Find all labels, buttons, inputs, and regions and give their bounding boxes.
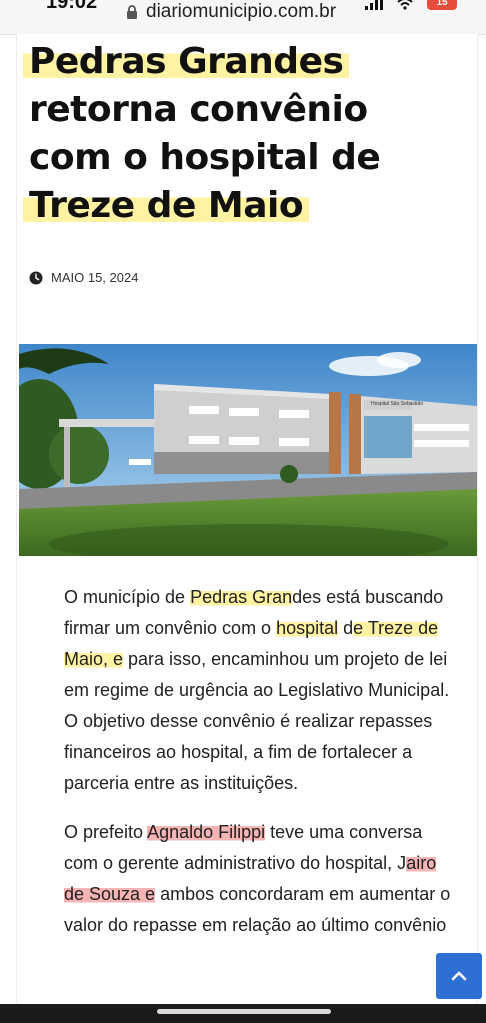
title-line: com o hospital de [29, 137, 381, 178]
clock-icon [29, 271, 43, 284]
chevron-up-icon [451, 971, 467, 981]
highlight-yellow: Pedras Gran [190, 587, 293, 607]
article-title: Pedras Grandes retorna convênio com o ho… [23, 38, 469, 230]
title-line: Treze de Maio [23, 182, 469, 230]
article: Pedras Grandes retorna convênio com o ho… [16, 34, 478, 1004]
lock-icon [127, 5, 137, 19]
highlight-red: Agnaldo Filippi [147, 822, 266, 842]
battery-icon: 15 [427, 0, 457, 10]
paragraph: O prefeito Agnaldo Filippi teve uma conv… [64, 822, 451, 935]
address-bar[interactable]: diariomunicipio.com.br [124, 0, 336, 24]
signal-icon [365, 0, 383, 10]
url-text: diariomunicipio.com.br [146, 1, 337, 22]
paragraph: O município de Pedras Grandes está busca… [64, 587, 450, 793]
article-body: O município de Pedras Grandes está busca… [64, 582, 456, 959]
system-status-icons: 15 [365, 0, 457, 10]
article-meta: MAIO 15, 2024 [29, 270, 138, 285]
home-indicator[interactable] [157, 1009, 331, 1014]
title-line: retorna convênio [29, 89, 368, 130]
bottom-bar [0, 1004, 486, 1023]
publish-date: MAIO 15, 2024 [51, 270, 139, 285]
highlight-yellow: hospital [276, 618, 339, 638]
hero-image: Hospital São Sebastião [19, 344, 477, 556]
hospital-sign: Hospital São Sebastião [371, 401, 423, 407]
title-line: Pedras Grandes [23, 38, 469, 86]
status-time: 19:02 [46, 0, 98, 13]
browser-status-bar: 19:02 diariomunicipio.com.br 15 [0, 0, 486, 35]
wifi-icon [397, 0, 413, 10]
scroll-to-top-button[interactable] [436, 953, 482, 999]
